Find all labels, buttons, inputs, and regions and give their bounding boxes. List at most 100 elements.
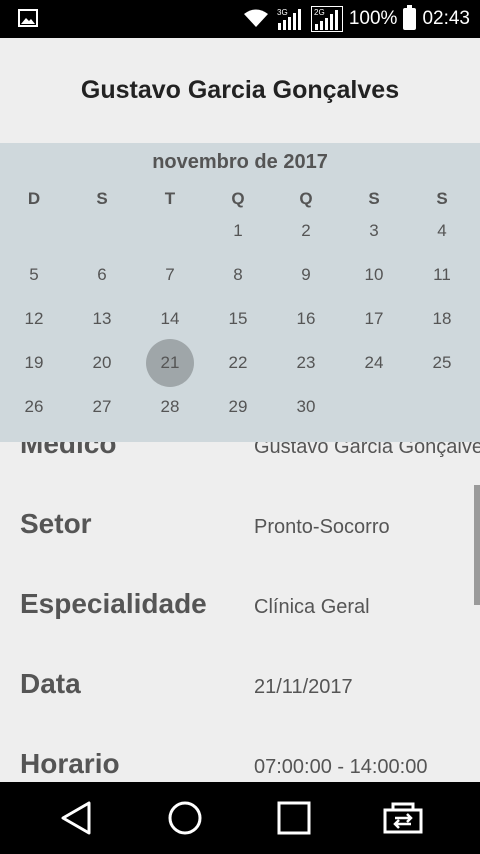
calendar-day[interactable]: 8 [204,253,272,297]
app-header: Gustavo Garcia Gonçalves [0,38,480,143]
calendar-day-label: 28 [160,397,180,416]
calendar-day[interactable]: 19 [0,341,68,385]
calendar-day[interactable]: 16 [272,297,340,341]
calendar-day-label: 12 [24,309,44,328]
detail-row-data: Data 21/11/2017 [0,666,480,726]
calendar-day-label: 6 [97,265,107,284]
calendar-day-label: 4 [437,221,447,240]
back-button[interactable] [56,798,96,838]
calendar-day[interactable]: 11 [408,253,476,297]
recents-button[interactable] [274,798,314,838]
detail-row-setor: Setor Pronto-Socorro [0,506,480,566]
detail-label: Especialidade [20,588,207,619]
calendar-day[interactable]: 24 [340,341,408,385]
weekday-header: D [27,189,41,208]
calendar-day[interactable]: 18 [408,297,476,341]
network-2g-label: 2G [314,8,325,17]
calendar-day-label: 2 [301,221,311,240]
calendar-day-label: 11 [433,265,451,284]
battery-icon [403,5,417,30]
calendar-day[interactable]: 26 [0,385,68,429]
calendar-day-label: 22 [228,353,248,372]
calendar-day-selected[interactable]: 21 [136,339,204,387]
recents-icon [277,801,311,835]
status-bar: 3G 2G 100% 02:43 [0,0,480,38]
calendar-day-label: 24 [364,353,384,372]
calendar-day[interactable]: 12 [0,297,68,341]
calendar-day-label: 21 [160,353,180,372]
calendar-day[interactable]: 4 [408,209,476,253]
calendar-day-label: 3 [369,221,379,240]
calendar-day[interactable]: 23 [272,341,340,385]
calendar-day[interactable]: 22 [204,341,272,385]
calendar-day-label: 14 [160,309,180,328]
calendar-day[interactable]: 9 [272,253,340,297]
network-3g-label: 3G [277,8,288,17]
scrollbar[interactable] [474,485,480,605]
calendar-day-label: 23 [296,353,316,372]
signal-2-icon: 2G [310,6,343,32]
calendar-day[interactable]: 25 [408,341,476,385]
calendar-day[interactable]: 13 [68,297,136,341]
clock: 02:43 [422,8,470,29]
weekday-header: T [164,189,176,208]
calendar-day-label: 10 [364,265,384,284]
calendar-day-label: 26 [24,397,44,416]
calendar-day[interactable]: 10 [340,253,408,297]
signal-icon: 3G [277,8,301,30]
detail-label: Setor [20,508,92,539]
home-button[interactable] [165,798,205,838]
calendar-day[interactable]: 17 [340,297,408,341]
detail-row-especialidade: Especialidade Clínica Geral [0,586,480,646]
calendar-day[interactable]: 28 [136,385,204,429]
calendar-day-label: 16 [296,309,316,328]
calendar-day[interactable]: 7 [136,253,204,297]
navigation-bar [0,782,480,854]
page-title: Gustavo Garcia Gonçalves [80,76,400,104]
screen-switch-icon [383,802,423,834]
calendar-day[interactable]: 14 [136,297,204,341]
calendar-day[interactable]: 5 [0,253,68,297]
gallery-icon [18,9,38,27]
calendar-day[interactable]: 20 [68,341,136,385]
wifi-icon [243,9,268,27]
calendar-day[interactable]: 30 [272,385,340,429]
calendar-day-label: 17 [364,309,384,328]
calendar-day[interactable]: 27 [68,385,136,429]
app-screen: Gustavo Garcia Gonçalves Médico Gustavo … [0,38,480,782]
detail-value: Clínica Geral [254,596,370,618]
calendar-day-label: 29 [228,397,248,416]
detail-value: 21/11/2017 [254,676,353,698]
weekday-header: S [96,189,108,208]
calendar-day-label: 30 [296,397,316,416]
calendar-day-label: 7 [165,265,175,284]
calendar-day[interactable]: 15 [204,297,272,341]
calendar-day[interactable]: 29 [204,385,272,429]
calendar-day[interactable]: 2 [272,209,340,253]
calendar-day-label: 19 [24,353,44,372]
calendar-day-label: 5 [29,265,39,284]
calendar-day-label: 27 [92,397,112,416]
calendar-day-label: 9 [301,265,311,284]
calendar-day-label: 20 [92,353,112,372]
calendar-day-label: 8 [233,265,243,284]
screen-switch-button[interactable] [383,798,423,838]
calendar-day-label: 18 [432,309,452,328]
detail-row-horario: Horario 07:00:00 - 14:00:00 [0,746,480,782]
detail-value: Pronto-Socorro [254,516,390,538]
detail-label: Data [20,668,81,699]
calendar-day[interactable]: 6 [68,253,136,297]
calendar-day[interactable]: 3 [340,209,408,253]
detail-label: Horario [20,748,120,779]
calendar-month-label: novembro de 2017 [152,151,328,173]
calendar-day-label: 13 [92,309,112,328]
detail-value: 07:00:00 - 14:00:00 [254,756,428,778]
calendar-day-label: 1 [233,221,243,240]
back-icon [61,801,91,835]
calendar-popup[interactable]: novembro de 2017 D S T Q Q S S 1 2 3 4 5 6 7 8 9 10 11 12 1… [0,143,480,442]
calendar-day-label: 15 [228,309,248,328]
battery-percent: 100% [348,8,398,29]
home-icon [168,801,202,835]
calendar-day-label: 25 [432,353,452,372]
calendar-day[interactable]: 1 [204,209,272,253]
